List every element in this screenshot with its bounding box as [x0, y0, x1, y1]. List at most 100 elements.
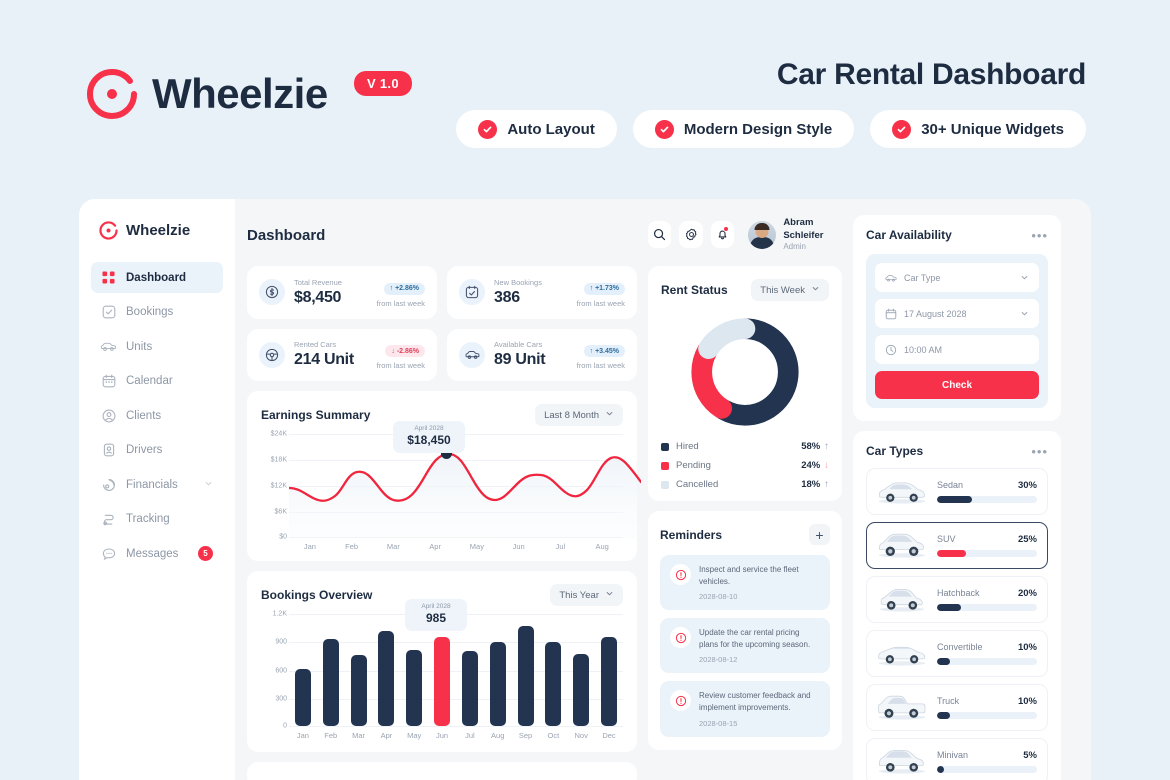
status-badge: ↑ +2.86%: [383, 282, 425, 295]
user-profile[interactable]: Abram Schleifer Admin: [748, 217, 842, 252]
sidebar-item-financials[interactable]: Financials: [91, 469, 223, 500]
sidebar-item-label: Clients: [126, 409, 162, 422]
bar: [517, 625, 534, 726]
topbar: Dashboard: [247, 215, 637, 255]
sidebar-item-label: Calendar: [126, 375, 173, 387]
reminder-item[interactable]: Review customer feedback and implement i…: [660, 681, 830, 737]
card-title: Reminders: [660, 527, 723, 542]
legend-item-hired: Hired 58% ↑: [661, 441, 829, 452]
sidebar-item-label: Messages: [126, 547, 179, 560]
settings-button[interactable]: [679, 221, 703, 249]
avatar-body: [750, 236, 775, 249]
card-title: Earnings Summary: [261, 408, 371, 422]
notifications-button[interactable]: [710, 221, 735, 249]
car-type-item-minivan[interactable]: Minivan 5%: [866, 738, 1048, 780]
y-tick: $24K: [270, 430, 287, 438]
progress-fill: [937, 603, 961, 611]
car-type-value: Car Type: [904, 272, 941, 283]
sidebar-item-messages[interactable]: Messages 5: [91, 538, 223, 569]
x-tick: Apr: [429, 542, 441, 551]
x-tick: Apr: [380, 731, 393, 740]
card-title: Car Types: [866, 444, 924, 458]
x-tick: Oct: [547, 731, 560, 740]
rent-status-range-select[interactable]: This Week: [751, 279, 829, 301]
card-title: Rent Status: [661, 283, 728, 297]
feature-pill-label: 30+ Unique Widgets: [921, 120, 1064, 138]
chevron-down-icon[interactable]: [204, 479, 213, 491]
car-type-item-hatchback[interactable]: Hatchback 20%: [866, 576, 1048, 623]
sidebar-item-clients[interactable]: Clients: [91, 400, 223, 431]
page-title: Dashboard: [247, 226, 326, 244]
legend-item-cancelled: Cancelled 18% ↑: [661, 479, 829, 490]
stat-value: 89 Unit: [494, 351, 546, 369]
user-role: Admin: [783, 242, 806, 252]
sedan-thumb-icon: [875, 476, 929, 506]
car-type-item-truck[interactable]: Truck 10%: [866, 684, 1048, 731]
progress-track: [937, 603, 1037, 611]
reminder-item[interactable]: Inspect and service the fleet vehicles. …: [660, 555, 830, 611]
bookings-range-select[interactable]: This Year: [550, 584, 623, 606]
car-type-item-convertible[interactable]: Convertible 10%: [866, 630, 1048, 677]
x-tick: Jul: [465, 731, 475, 740]
legend-label: Cancelled: [676, 479, 719, 490]
y-tick: 900: [275, 638, 287, 646]
earnings-range-select[interactable]: Last 8 Month: [535, 404, 623, 426]
more-horizontal-icon[interactable]: •••: [1031, 229, 1048, 242]
y-tick: 1.2K: [272, 610, 287, 618]
earnings-x-axis: Jan Feb Mar Apr May Jun Jul Aug: [289, 542, 623, 551]
reminder-date: 2028-08-12: [699, 655, 738, 665]
car-front-icon: [885, 272, 897, 284]
car-type-item-suv[interactable]: SUV 25%: [866, 522, 1048, 569]
x-tick: May: [407, 731, 422, 740]
minivan-thumb-icon: [875, 746, 929, 776]
earnings-line-series: [289, 452, 641, 538]
stat-label: Total Revenue: [294, 277, 342, 287]
car-type-top: Hatchback 20%: [937, 588, 1037, 599]
bar-slot: [567, 612, 595, 726]
legend-swatch: [661, 480, 669, 489]
x-tick: May: [469, 542, 484, 551]
car-type-item-sedan[interactable]: Sedan 30%: [866, 468, 1048, 515]
bar: [461, 650, 478, 726]
car-icon: [101, 339, 116, 354]
calendar-icon: [885, 308, 897, 320]
reminder-item[interactable]: Update the car rental pricing plans for …: [660, 618, 830, 674]
x-tick: Jan: [303, 542, 316, 551]
arrow-up-icon: ↑: [589, 285, 594, 292]
stat-subtext: from last week: [576, 298, 625, 308]
car-front-icon: [459, 341, 485, 368]
add-reminder-button[interactable]: +: [809, 524, 830, 545]
more-horizontal-icon[interactable]: •••: [1031, 445, 1048, 458]
stat-trend-block: ↑ +2.86% from last week: [377, 277, 425, 308]
next-section-card: [247, 762, 637, 780]
status-badge: ↑ +3.45%: [583, 345, 625, 357]
sidebar-item-drivers[interactable]: Drivers: [91, 435, 223, 466]
legend-value-block: 18% ↑: [801, 479, 829, 490]
bar-slot: [512, 612, 540, 726]
check-availability-button[interactable]: Check: [875, 371, 1039, 399]
sidebar-item-tracking[interactable]: Tracking: [91, 504, 223, 535]
feature-pill: Modern Design Style: [632, 110, 855, 148]
sidebar-item-bookings[interactable]: Bookings: [91, 297, 223, 328]
legend-value: 24%: [801, 460, 821, 471]
bar: [573, 654, 590, 726]
sidebar-item-label: Drivers: [126, 444, 163, 456]
sidebar-item-dashboard[interactable]: Dashboard: [91, 262, 223, 293]
progress-fill: [937, 657, 950, 665]
car-type-body: Minivan 5%: [937, 750, 1037, 773]
x-tick: Mar: [352, 731, 366, 740]
feature-pill: 30+ Unique Widgets: [870, 110, 1086, 148]
progress-fill: [937, 549, 966, 557]
x-tick: Aug: [491, 731, 505, 740]
check-circle-icon: [892, 119, 912, 139]
time-select[interactable]: 10:00 AM: [875, 335, 1039, 364]
car-type-percent: 10%: [1017, 641, 1037, 653]
search-button[interactable]: [648, 221, 672, 249]
y-tick: $0: [279, 533, 287, 541]
bar: [378, 631, 395, 726]
car-type-select[interactable]: Car Type: [875, 263, 1039, 292]
chevron-down-icon: [605, 589, 614, 601]
sidebar-item-units[interactable]: Units: [91, 331, 223, 362]
sidebar-item-calendar[interactable]: Calendar: [91, 366, 223, 397]
date-select[interactable]: 17 August 2028: [875, 299, 1039, 328]
